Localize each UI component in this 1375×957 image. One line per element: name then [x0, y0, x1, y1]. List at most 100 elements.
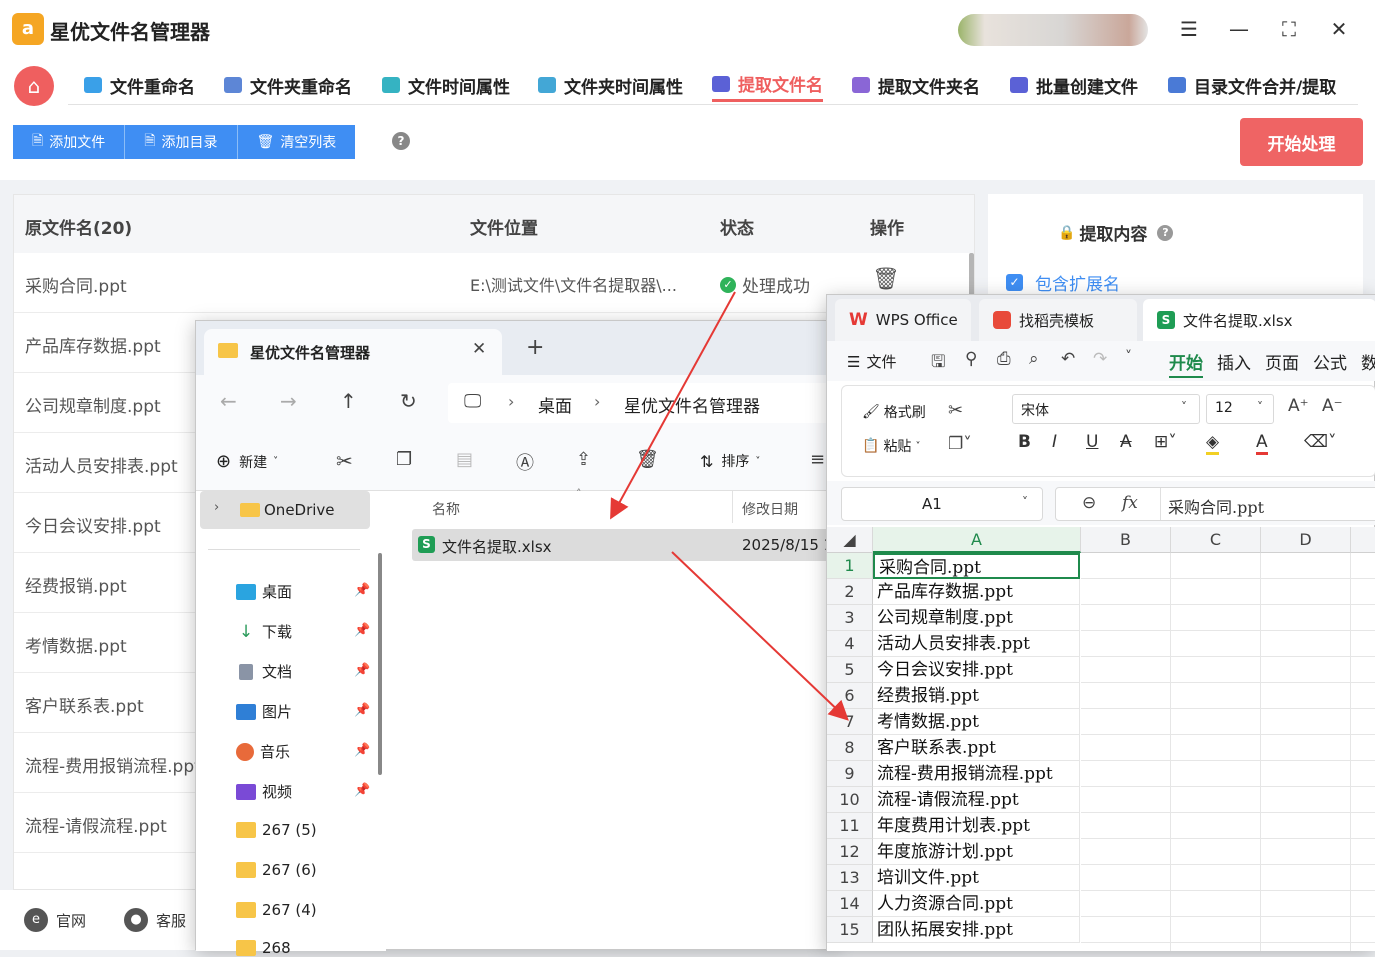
col-header-e[interactable]: [1351, 527, 1375, 553]
explorer-tab[interactable]: 星优文件名管理器 ✕: [204, 329, 502, 375]
row-number[interactable]: 7: [827, 709, 873, 735]
underline-icon[interactable]: U: [1086, 432, 1098, 452]
tab-wps-office[interactable]: W WPS Office: [835, 299, 971, 341]
col-header-b[interactable]: B: [1081, 527, 1171, 553]
paste-button[interactable]: 📋 粘贴 ˅: [862, 436, 920, 456]
cell-a[interactable]: 活动人员安排表.ppt: [873, 631, 1080, 657]
rename-icon[interactable]: Ⓐ: [516, 449, 534, 475]
include-extension-option[interactable]: ✓ 包含扩展名: [1006, 270, 1120, 295]
sidebar-folder[interactable]: 267 (6): [236, 861, 317, 879]
cell-a[interactable]: 年度旅游计划.ppt: [873, 839, 1080, 865]
back-icon[interactable]: ←: [220, 389, 237, 413]
sidebar-folder[interactable]: 268: [236, 939, 291, 957]
col-header-a[interactable]: A: [873, 527, 1081, 553]
row-number[interactable]: 8: [827, 735, 873, 761]
new-button[interactable]: ⊕ 新建 ˅: [216, 451, 278, 472]
pin-icon[interactable]: 📌: [354, 783, 370, 798]
cell-a[interactable]: 公司规章制度.ppt: [873, 605, 1080, 631]
add-file-button[interactable]: 🗎 添加文件: [13, 125, 126, 159]
bold-icon[interactable]: B: [1018, 432, 1031, 452]
select-all-corner[interactable]: ◢: [827, 527, 873, 553]
sidebar-item-documents[interactable]: 文档: [236, 661, 292, 682]
font-size-select[interactable]: 12 ˅: [1206, 394, 1274, 424]
row-number[interactable]: 1: [827, 553, 873, 579]
empty-cells[interactable]: [1081, 553, 1375, 951]
delete-icon[interactable]: 🗑: [636, 449, 659, 470]
cell-a[interactable]: 团队拓展安排.ppt: [873, 917, 1080, 943]
copy-icon[interactable]: ❐: [396, 449, 412, 470]
eraser-icon[interactable]: ⌫˅: [1304, 432, 1337, 452]
increase-font-icon[interactable]: A⁺: [1288, 396, 1309, 416]
border-icon[interactable]: ⊞˅: [1154, 432, 1177, 452]
tab-file-time[interactable]: 文件时间属性: [382, 68, 510, 102]
row-number[interactable]: 14: [827, 891, 873, 917]
pin-icon[interactable]: 📌: [354, 623, 370, 638]
tab-template[interactable]: 找稻壳模板: [979, 299, 1137, 341]
breadcrumb-folder[interactable]: 星优文件名管理器: [624, 392, 760, 417]
close-tab-icon[interactable]: ✕: [472, 339, 486, 359]
cut-icon[interactable]: ✂: [948, 400, 963, 421]
tab-folder-time[interactable]: 文件夹时间属性: [538, 68, 683, 102]
print-icon[interactable]: ⎙: [997, 349, 1011, 369]
website-link[interactable]: e 官网: [24, 908, 86, 932]
row-number[interactable]: 15: [827, 917, 873, 943]
sort-button[interactable]: ⇅ 排序 ˅: [700, 451, 760, 471]
refresh-icon[interactable]: ↻: [400, 389, 417, 413]
tab-file-rename[interactable]: 文件重命名: [84, 68, 195, 102]
menu-data[interactable]: 数: [1361, 349, 1375, 374]
strikethrough-icon[interactable]: A: [1120, 432, 1132, 452]
menu-formula[interactable]: 公式: [1313, 349, 1347, 374]
row-number[interactable]: 10: [827, 787, 873, 813]
sidebar-item-downloads[interactable]: ↓ 下载: [236, 621, 292, 642]
undo-icon[interactable]: ↶: [1061, 349, 1075, 369]
user-avatar[interactable]: [958, 14, 1148, 46]
cut-icon[interactable]: ✂: [336, 449, 353, 473]
tab-extract-foldername[interactable]: 提取文件夹名: [852, 68, 980, 102]
cell-a[interactable]: 产品库存数据.ppt: [873, 579, 1080, 605]
sidebar-item-pictures[interactable]: 图片: [236, 701, 292, 722]
sidebar-scrollbar[interactable]: [378, 553, 382, 775]
tab-merge-extract[interactable]: 目录文件合并/提取: [1168, 68, 1336, 102]
pin-icon[interactable]: 📌: [354, 703, 370, 718]
row-number[interactable]: 12: [827, 839, 873, 865]
redo-icon[interactable]: ↷: [1093, 349, 1107, 369]
chevron-down-icon[interactable]: ˅: [1125, 349, 1132, 365]
function-icon[interactable]: fx: [1122, 493, 1138, 513]
new-tab-icon[interactable]: +: [526, 335, 544, 360]
font-family-select[interactable]: 宋体 ˅: [1012, 394, 1200, 424]
cell-a[interactable]: 今日会议安排.ppt: [873, 657, 1080, 683]
sidebar-item-desktop[interactable]: 桌面: [236, 581, 292, 602]
share-icon[interactable]: ⇪: [576, 449, 591, 470]
view-icon[interactable]: ≡: [810, 449, 825, 470]
col-header-d[interactable]: D: [1261, 527, 1351, 553]
cell-a[interactable]: 人力资源合同.ppt: [873, 891, 1080, 917]
help-icon[interactable]: ?: [1157, 224, 1174, 241]
home-button[interactable]: ⌂: [14, 66, 54, 106]
menu-file[interactable]: ☰ 文件: [847, 351, 896, 372]
cell-a[interactable]: 培训文件.ppt: [873, 865, 1080, 891]
italic-icon[interactable]: I: [1052, 432, 1057, 452]
print-preview-icon[interactable]: ⌕: [1029, 349, 1039, 369]
copy-icon[interactable]: ❐˅: [948, 434, 972, 454]
sidebar-folder[interactable]: 267 (5): [236, 821, 317, 839]
pin-icon[interactable]: 📌: [354, 743, 370, 758]
menu-insert[interactable]: 插入: [1217, 349, 1251, 374]
add-directory-button[interactable]: 🗎 添加目录: [125, 125, 238, 159]
tab-extract-filename[interactable]: 提取文件名: [712, 68, 823, 102]
format-painter-button[interactable]: 🖌 格式刷: [862, 402, 926, 422]
link-icon[interactable]: ⚲: [965, 349, 977, 369]
col-header-c[interactable]: C: [1171, 527, 1261, 553]
breadcrumb-desktop[interactable]: 桌面: [538, 392, 572, 417]
cell-a1[interactable]: 采购合同.ppt: [873, 553, 1080, 579]
row-number[interactable]: 5: [827, 657, 873, 683]
pin-icon[interactable]: 📌: [354, 583, 370, 598]
tab-batch-create[interactable]: 批量创建文件: [1010, 68, 1138, 102]
row-number[interactable]: 9: [827, 761, 873, 787]
menu-home[interactable]: 开始: [1169, 349, 1203, 378]
sidebar-item-videos[interactable]: 视频: [236, 781, 292, 802]
help-icon[interactable]: ?: [392, 132, 410, 150]
maximize-icon[interactable]: ⛶: [1276, 16, 1302, 42]
zoom-icon[interactable]: ⊖: [1082, 493, 1096, 513]
clear-list-button[interactable]: 🗑 清空列表: [237, 125, 356, 159]
row-number[interactable]: 6: [827, 683, 873, 709]
